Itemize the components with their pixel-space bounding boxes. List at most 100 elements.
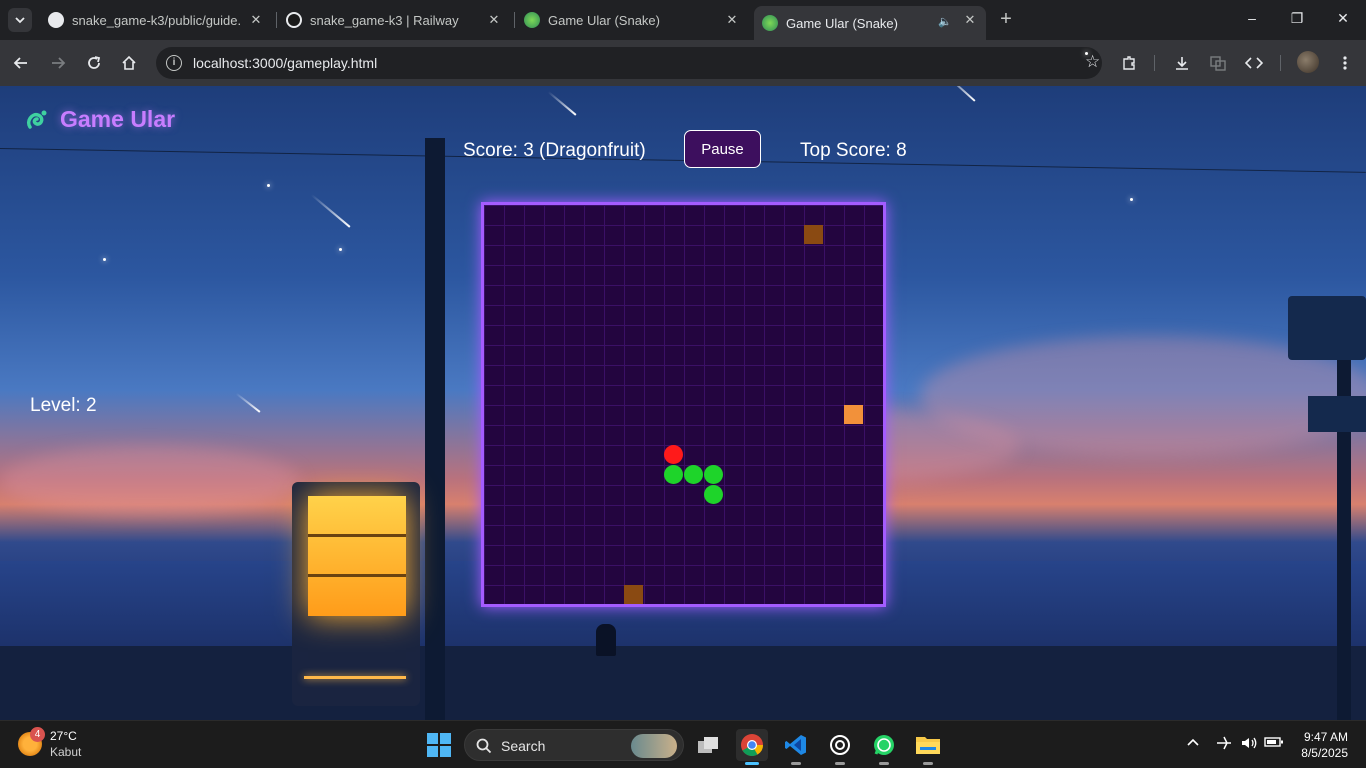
food-item — [624, 585, 643, 604]
background-wire — [0, 148, 1366, 173]
back-button[interactable] — [10, 52, 32, 74]
background-star — [1130, 198, 1133, 201]
new-tab-button[interactable]: + — [996, 9, 1016, 30]
vending-shelf — [308, 534, 406, 537]
download-icon[interactable] — [1171, 52, 1193, 74]
folder-icon — [916, 737, 940, 754]
vending-glow — [308, 496, 406, 616]
taskbar-chatgpt[interactable] — [824, 729, 856, 765]
tab-game-1[interactable]: Game Ular (Snake) ✕ — [516, 6, 748, 34]
translate-icon[interactable] — [1207, 52, 1229, 74]
tab-separator — [514, 12, 515, 28]
address-bar[interactable]: i localhost:3000/gameplay.html ☆ — [156, 47, 1102, 79]
system-clock[interactable]: 9:47 AM 8/5/2025 — [1294, 729, 1348, 761]
taskbar-file-explorer[interactable] — [912, 729, 944, 765]
background-meteor — [235, 392, 261, 413]
vending-shelf — [308, 574, 406, 577]
close-tab-icon[interactable]: ✕ — [724, 12, 740, 28]
background-star — [267, 184, 270, 187]
battery-icon[interactable] — [1264, 735, 1284, 752]
chevron-down-icon — [15, 17, 25, 24]
tab-search-button[interactable] — [8, 8, 32, 32]
taskbar-search[interactable]: Search — [464, 729, 684, 761]
tab-title: Game Ular (Snake) — [786, 15, 898, 31]
weather-temperature[interactable]: 27°C — [50, 729, 77, 743]
more-menu-icon[interactable] — [1334, 52, 1356, 74]
volume-icon[interactable] — [1240, 735, 1258, 754]
start-button[interactable] — [423, 729, 455, 761]
level-label: Level: 2 — [30, 395, 97, 416]
extensions-icon[interactable] — [1118, 52, 1140, 74]
background-sign — [1308, 396, 1366, 432]
background-star — [103, 258, 106, 261]
background-cat — [596, 624, 616, 656]
vending-slot — [304, 676, 406, 679]
reload-button[interactable] — [83, 52, 105, 74]
game-logo[interactable]: Game Ular — [24, 106, 175, 133]
minimize-button[interactable]: – — [1242, 10, 1262, 30]
weather-notification-badge: 4 — [30, 727, 45, 742]
close-window-button[interactable]: ✕ — [1333, 10, 1353, 30]
github-icon — [48, 12, 64, 28]
tab-guide[interactable]: snake_game-k3/public/guide.ht ✕ — [40, 6, 272, 34]
snake-logo-icon — [26, 110, 47, 129]
game-title: Game Ular — [60, 106, 176, 132]
devtools-code-icon[interactable] — [1243, 52, 1265, 74]
task-view-button[interactable] — [692, 729, 724, 761]
running-indicator — [879, 762, 889, 765]
speaker-icon[interactable]: 🔈 — [938, 15, 952, 28]
background-meteor — [311, 194, 351, 228]
weather-condition[interactable]: Kabut — [50, 745, 81, 759]
taskbar-vscode[interactable] — [780, 729, 812, 765]
network-icon[interactable] — [1215, 735, 1233, 754]
profile-avatar-wrap — [1297, 52, 1319, 74]
game-page: Game Ular Score: 3 (Dragonfruit) Pause T… — [0, 86, 1366, 720]
forward-button[interactable] — [47, 52, 69, 74]
pause-button[interactable]: Pause — [684, 130, 761, 168]
snake-body-segment — [704, 485, 723, 504]
food-item — [804, 225, 823, 244]
tab-strip: snake_game-k3/public/guide.ht ✕ snake_ga… — [0, 0, 1366, 40]
snake-head — [664, 445, 683, 464]
railway-icon — [286, 12, 302, 28]
snake-body-segment — [704, 465, 723, 484]
arrow-right-icon — [52, 57, 66, 69]
tab-game-active[interactable]: Game Ular (Snake) 🔈 ✕ — [754, 6, 986, 40]
tab-title: snake_game-k3/public/guide.ht — [72, 12, 242, 28]
score-label: Score: 3 (Dragonfruit) — [463, 140, 646, 161]
vscode-icon — [785, 735, 806, 755]
toolbar-separator — [1280, 55, 1281, 71]
bookmark-star-icon[interactable]: ☆ — [1085, 52, 1100, 71]
snake-body-segment — [664, 465, 683, 484]
windows-logo-icon — [427, 733, 451, 757]
chatgpt-icon — [830, 735, 850, 755]
restore-button[interactable]: ❐ — [1287, 10, 1307, 30]
browser-toolbar: i localhost:3000/gameplay.html ☆ — [0, 40, 1366, 86]
globe-icon — [762, 15, 778, 31]
background-meteor — [547, 91, 577, 116]
url-text[interactable]: localhost:3000/gameplay.html — [193, 55, 377, 71]
background-ground — [0, 646, 1366, 720]
task-view-icon — [698, 737, 718, 753]
home-button[interactable] — [118, 52, 140, 74]
close-tab-icon[interactable]: ✕ — [962, 12, 978, 28]
windows-taskbar: 4 27°C Kabut Search 9:47 AM 8/5/2025 — [0, 720, 1366, 768]
close-tab-icon[interactable]: ✕ — [486, 12, 502, 28]
close-tab-icon[interactable]: ✕ — [248, 12, 264, 28]
background-utility-pole — [425, 138, 445, 720]
tab-title: Game Ular (Snake) — [548, 12, 660, 28]
arrow-left-icon — [13, 57, 27, 69]
background-meteor — [944, 86, 976, 102]
tray-overflow-chevron-icon[interactable] — [1186, 735, 1200, 752]
reload-icon — [88, 56, 101, 69]
taskbar-whatsapp[interactable] — [868, 729, 900, 765]
tab-railway[interactable]: snake_game-k3 | Railway ✕ — [278, 6, 510, 34]
clock-date: 8/5/2025 — [1301, 746, 1348, 760]
search-icon — [476, 738, 492, 754]
game-board[interactable] — [481, 202, 886, 607]
globe-icon — [524, 12, 540, 28]
taskbar-chrome[interactable] — [736, 729, 768, 765]
chrome-icon — [741, 734, 763, 756]
snake-body-segment — [684, 465, 703, 484]
site-info-icon[interactable]: i — [166, 55, 182, 71]
